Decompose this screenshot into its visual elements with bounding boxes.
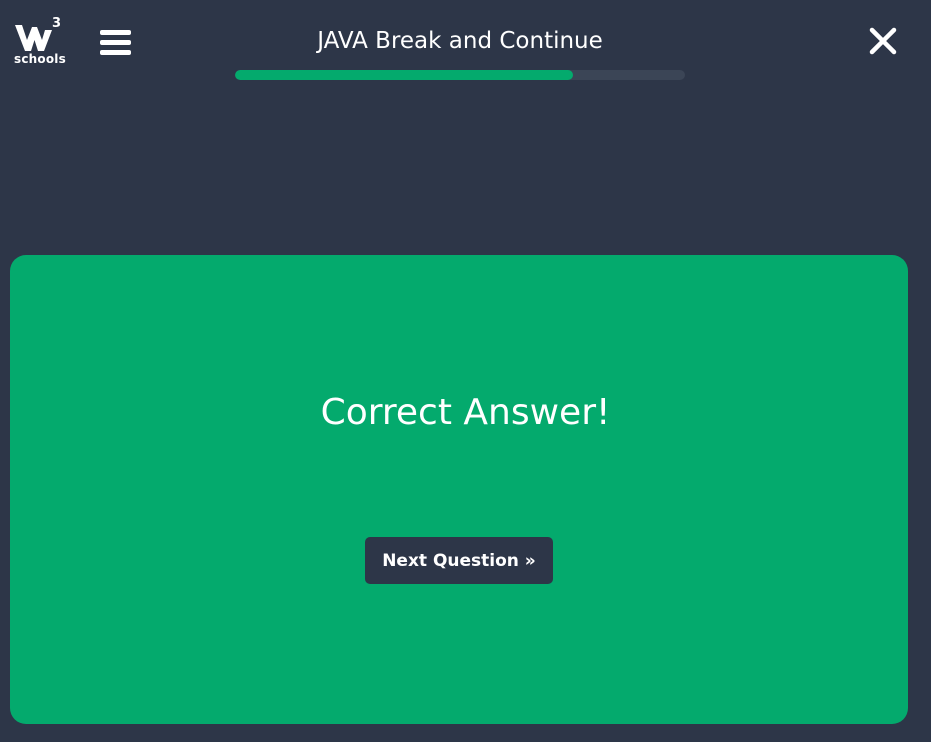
menu-bar <box>100 40 131 45</box>
menu-bar <box>100 50 131 55</box>
w3schools-logo-icon <box>15 25 52 51</box>
quiz-progress-bar <box>235 70 685 80</box>
menu-bar <box>100 30 131 35</box>
quiz-title: JAVA Break and Continue <box>317 28 603 54</box>
result-card <box>10 255 908 724</box>
quiz-page: 3 schools JAVA Break and Continue Correc… <box>0 0 931 742</box>
result-heading: Correct Answer! <box>320 392 611 433</box>
close-icon[interactable] <box>869 27 897 55</box>
quiz-progress-fill <box>235 70 573 80</box>
logo-superscript: 3 <box>52 16 62 31</box>
hamburger-menu-icon[interactable] <box>100 30 132 58</box>
logo-wordmark: schools <box>14 52 66 66</box>
next-question-button[interactable]: Next Question » <box>365 537 553 584</box>
